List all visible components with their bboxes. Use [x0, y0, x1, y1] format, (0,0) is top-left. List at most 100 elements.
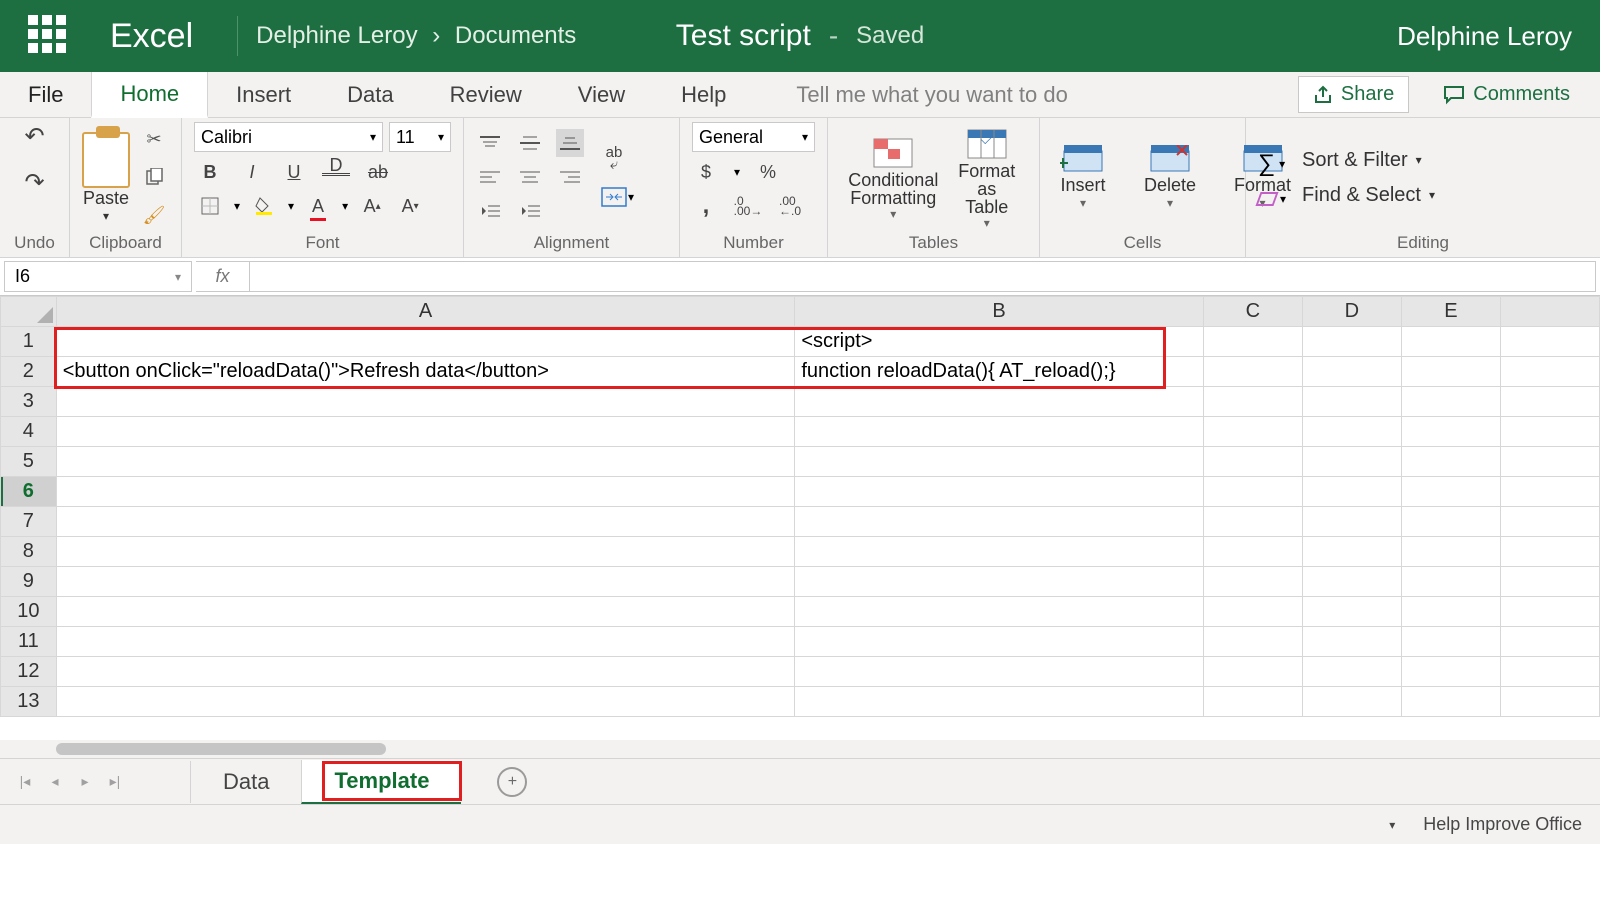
tab-insert[interactable]: Insert [208, 72, 319, 117]
cell-D12[interactable] [1302, 657, 1401, 687]
comments-button[interactable]: Comments [1429, 77, 1584, 112]
row-header-13[interactable]: 13 [1, 687, 57, 717]
cell-D8[interactable] [1302, 537, 1401, 567]
cell-C6[interactable] [1203, 477, 1302, 507]
decrease-indent-button[interactable] [476, 197, 504, 225]
cell-C12[interactable] [1203, 657, 1302, 687]
cell-D13[interactable] [1302, 687, 1401, 717]
fx-button[interactable]: fx [196, 261, 250, 292]
align-middle-button[interactable] [516, 129, 544, 157]
cell-A7[interactable] [56, 507, 795, 537]
bold-button[interactable]: B [196, 158, 224, 186]
cell-D4[interactable] [1302, 417, 1401, 447]
decrease-decimal-button[interactable]: .00←.0 [776, 192, 804, 220]
cell-C3[interactable] [1203, 387, 1302, 417]
add-sheet-button[interactable]: + [497, 767, 527, 797]
row-header-6[interactable]: 6 [1, 477, 57, 507]
align-center-button[interactable] [516, 163, 544, 191]
cell-overflow-2[interactable] [1500, 357, 1599, 387]
double-underline-button[interactable]: D [322, 158, 350, 176]
scrollbar-thumb[interactable] [56, 743, 386, 755]
chevron-down-icon[interactable]: ▾ [288, 199, 294, 213]
cell-B12[interactable] [795, 657, 1204, 687]
format-as-table-button[interactable]: Format as Table▾ [947, 126, 1027, 230]
chevron-down-icon[interactable]: ▾ [175, 270, 181, 284]
number-format-select[interactable]: General▾ [692, 122, 815, 152]
breadcrumb-folder[interactable]: Documents [455, 22, 576, 49]
delete-cells-button[interactable]: Delete▾ [1136, 145, 1204, 210]
cell-A8[interactable] [56, 537, 795, 567]
cell-C8[interactable] [1203, 537, 1302, 567]
chevron-down-icon[interactable]: ▾ [734, 165, 740, 179]
cell-B4[interactable] [795, 417, 1204, 447]
col-header-extra[interactable] [1500, 297, 1599, 327]
chevron-down-icon[interactable]: ▾ [1389, 818, 1395, 832]
cell-E4[interactable] [1401, 417, 1500, 447]
cell-overflow-7[interactable] [1500, 507, 1599, 537]
tab-file[interactable]: File [0, 72, 91, 117]
tell-me-search[interactable]: Tell me what you want to do [754, 72, 1083, 117]
sheet-nav-first[interactable]: |◂ [10, 773, 40, 790]
chevron-down-icon[interactable]: ▾ [103, 209, 109, 223]
cell-overflow-12[interactable] [1500, 657, 1599, 687]
grow-font-button[interactable]: A▴ [358, 192, 386, 220]
shrink-font-button[interactable]: A▾ [396, 192, 424, 220]
cell-overflow-3[interactable] [1500, 387, 1599, 417]
name-box[interactable]: I6 ▾ [4, 261, 192, 292]
percent-button[interactable]: % [754, 158, 782, 186]
autosum-button[interactable]: ∑▾ [1258, 150, 1286, 178]
paste-button[interactable]: Paste ▾ [82, 132, 130, 223]
cell-C7[interactable] [1203, 507, 1302, 537]
font-name-select[interactable]: Calibri▾ [194, 122, 383, 152]
tab-data[interactable]: Data [319, 72, 421, 117]
row-header-9[interactable]: 9 [1, 567, 57, 597]
cell-E1[interactable] [1401, 327, 1500, 357]
clear-button[interactable]: ▾ [1258, 192, 1286, 206]
cell-overflow-9[interactable] [1500, 567, 1599, 597]
insert-cells-button[interactable]: Insert▾ [1052, 145, 1114, 210]
italic-button[interactable]: I [238, 158, 266, 186]
font-color-button[interactable]: A [304, 192, 332, 220]
row-header-5[interactable]: 5 [1, 447, 57, 477]
cell-A3[interactable] [56, 387, 795, 417]
horizontal-scrollbar[interactable] [0, 740, 1600, 758]
tab-help[interactable]: Help [653, 72, 754, 117]
cell-A4[interactable] [56, 417, 795, 447]
row-header-2[interactable]: 2 [1, 357, 57, 387]
cell-C10[interactable] [1203, 597, 1302, 627]
cell-B8[interactable] [795, 537, 1204, 567]
cell-B6[interactable] [795, 477, 1204, 507]
sheet-nav-next[interactable]: ▸ [70, 773, 100, 790]
cell-D6[interactable] [1302, 477, 1401, 507]
cell-E5[interactable] [1401, 447, 1500, 477]
cell-overflow-11[interactable] [1500, 627, 1599, 657]
cell-A12[interactable] [56, 657, 795, 687]
cell-D2[interactable] [1302, 357, 1401, 387]
chevron-down-icon[interactable]: ▾ [234, 199, 240, 213]
row-header-4[interactable]: 4 [1, 417, 57, 447]
chevron-down-icon[interactable]: ▾ [628, 190, 634, 204]
cell-overflow-13[interactable] [1500, 687, 1599, 717]
borders-button[interactable] [196, 192, 224, 220]
col-header-A[interactable]: A [56, 297, 795, 327]
align-left-button[interactable] [476, 163, 504, 191]
cell-C2[interactable] [1203, 357, 1302, 387]
col-header-E[interactable]: E [1401, 297, 1500, 327]
align-top-button[interactable] [476, 129, 504, 157]
tab-view[interactable]: View [550, 72, 653, 117]
sheet-tab-data[interactable]: Data [190, 761, 301, 803]
sheet-nav-prev[interactable]: ◂ [40, 773, 70, 790]
strike-button[interactable]: ab [364, 158, 392, 186]
cell-D9[interactable] [1302, 567, 1401, 597]
conditional-formatting-button[interactable]: Conditional Formatting▾ [840, 135, 947, 221]
cell-E13[interactable] [1401, 687, 1500, 717]
sheet-nav-last[interactable]: ▸| [100, 773, 130, 790]
cell-D11[interactable] [1302, 627, 1401, 657]
select-all-corner[interactable] [1, 297, 57, 327]
cell-B3[interactable] [795, 387, 1204, 417]
sheet-tab-template[interactable]: Template [301, 760, 461, 804]
cell-E2[interactable] [1401, 357, 1500, 387]
cell-B11[interactable] [795, 627, 1204, 657]
tab-home[interactable]: Home [91, 72, 208, 118]
breadcrumb[interactable]: Delphine Leroy › Documents [256, 22, 576, 50]
